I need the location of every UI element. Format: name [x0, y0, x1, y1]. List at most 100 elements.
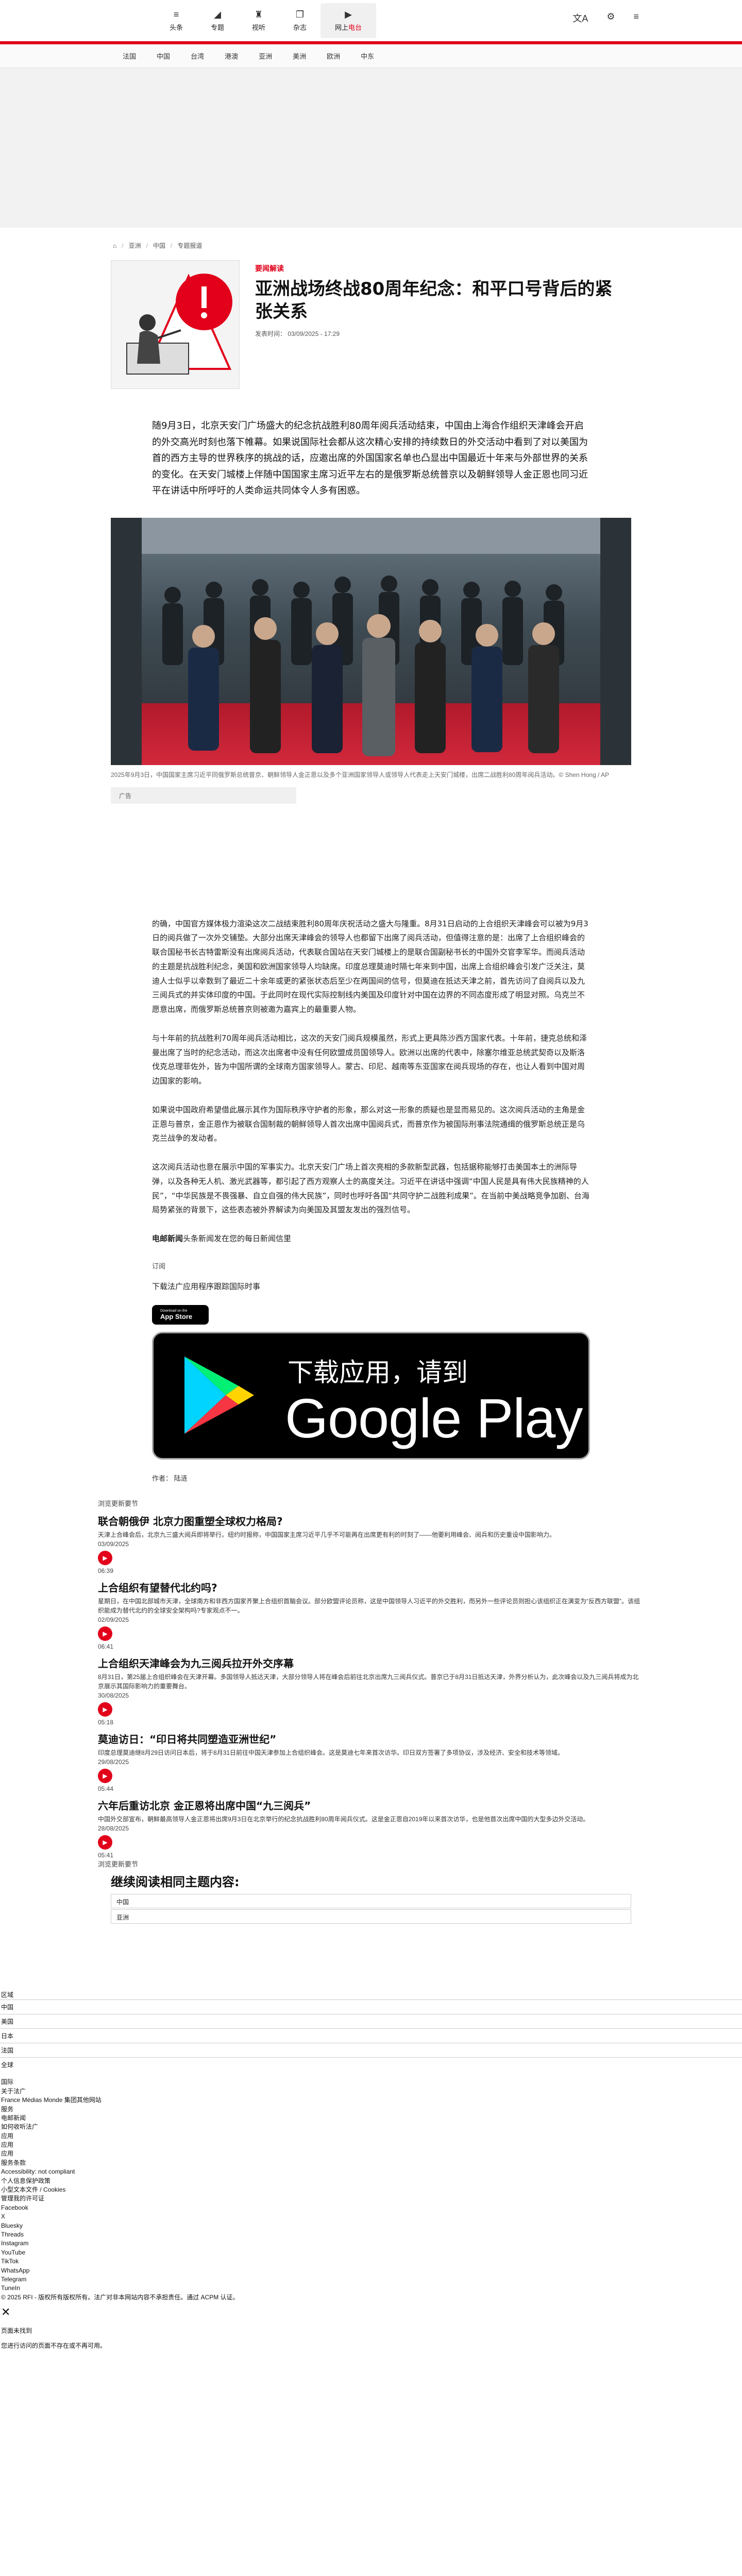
related-duration: 05:41 — [98, 1851, 114, 1859]
region-nav-item[interactable]: 中国 — [146, 51, 180, 61]
subscribe-link[interactable]: 订阅 — [152, 1261, 590, 1270]
footer-link[interactable]: X — [1, 2212, 742, 2221]
footer-link[interactable]: Telegram — [1, 2275, 742, 2284]
footer-region-item[interactable]: 日本 — [0, 2028, 742, 2043]
gear-icon[interactable]: ⚙ — [606, 11, 615, 25]
topic-tag[interactable]: 中国 — [111, 1893, 631, 1908]
footer-link[interactable]: 如何收听法广 — [1, 2123, 742, 2131]
related-title[interactable]: 上合组织天津峰会为九三阅兵拉开外交序幕 — [98, 1655, 654, 1670]
related-title[interactable]: 上合组织有望替代北约吗? — [98, 1580, 654, 1595]
related-label: 浏览更新要节 — [98, 1499, 139, 1507]
inline-ad-area — [111, 804, 631, 917]
newsletter-link[interactable]: 电邮新闻 — [152, 1234, 183, 1243]
footer-link[interactable]: Bluesky — [1, 2222, 742, 2230]
headlines-icon: ≡ — [173, 9, 179, 20]
footer-link[interactable]: 服务 — [1, 2105, 742, 2114]
play-icon[interactable]: ▶ — [98, 1768, 112, 1783]
region-nav-item[interactable]: 法国 — [112, 51, 146, 61]
footer-link[interactable]: 应用 — [1, 2132, 742, 2141]
play-icon[interactable]: ▶ — [98, 1835, 112, 1850]
nav-magazine[interactable]: ❐ 杂志 — [279, 3, 321, 38]
footer-link: Accessibility: not compliant — [1, 2168, 75, 2176]
related-section: 浏览更新要节 联合朝俄伊 北京力图重塑全球权力格局? 天津上合峰会后，北京九三盛… — [98, 1498, 654, 1869]
footer-link[interactable]: France Médias Monde 集团其他网站 — [1, 2096, 742, 2105]
footer-link[interactable]: Instagram — [1, 2239, 742, 2248]
nav-headlines[interactable]: ≡ 头条 — [156, 3, 197, 38]
related-item[interactable]: 上合组织有望替代北约吗? 星期日，在中国北部城市天津，全球南方和非西方国家齐聚上… — [98, 1580, 654, 1650]
download-cta: 下载法广应用程序跟踪国际时事 — [152, 1282, 261, 1291]
nav-special[interactable]: ◢ 专题 — [197, 3, 238, 38]
related-item[interactable]: 联合朝俄伊 北京力图重塑全球权力格局? 天津上合峰会后，北京九三盛大阅兵即将举行… — [98, 1513, 654, 1574]
region-nav-item[interactable]: 欧洲 — [316, 51, 350, 61]
related-title[interactable]: 莫迪访日：“印日将共同塑造亚洲世纪” — [98, 1731, 654, 1746]
article: ⌂ / 亚洲 / 中国 / 专题报道 要闻解读 亚洲战场终战80周年纪念：和平口… — [111, 228, 631, 1483]
dismiss-label: 页面未找到 — [1, 2327, 32, 2334]
google-play-banner[interactable]: 下载应用，请到 Google Play — [152, 1331, 590, 1460]
nav-headlines-label: 头条 — [169, 23, 183, 31]
region-nav-item[interactable]: 美洲 — [282, 51, 316, 61]
footer-link[interactable]: 管理我的许可证 — [1, 2194, 742, 2203]
related-item[interactable]: 六年后重访北京 金正恩将出席中国“九三阅兵” 中国外交部宣布，朝鲜最高领导人金正… — [98, 1798, 654, 1859]
related-item[interactable]: 上合组织天津峰会为九三阅兵拉开外交序幕 8月31日，第25届上合组织峰会在天津开… — [98, 1655, 654, 1726]
region-nav-item[interactable]: 港澳 — [214, 51, 248, 61]
region-nav-item[interactable]: 亚洲 — [248, 51, 282, 61]
related-item[interactable]: 莫迪访日：“印日将共同塑造亚洲世纪” 印度总理莫迪继8月29日访问日本后，将于8… — [98, 1731, 654, 1792]
play-icon[interactable]: ▶ — [98, 1626, 112, 1641]
region-nav: 法国 中国 台湾 港澳 亚洲 美洲 欧洲 中东 — [0, 44, 742, 68]
breadcrumb-china[interactable]: 中国 — [153, 241, 165, 250]
app-store-button[interactable]: Download on the App Store — [152, 1304, 209, 1325]
footer-region-item[interactable]: 法国 — [0, 2043, 742, 2057]
footer-link[interactable]: Facebook — [1, 2204, 742, 2212]
related-title[interactable]: 联合朝俄伊 北京力图重塑全球权力格局? — [98, 1513, 654, 1528]
footer-link[interactable]: 国际 — [1, 2078, 742, 2087]
footer-link[interactable]: 应用 — [1, 2149, 742, 2158]
breadcrumb-asia[interactable]: 亚洲 — [129, 241, 141, 250]
footer-link[interactable]: 关于法广 — [1, 2087, 742, 2096]
article-body: 的确，中国官方媒体极力渲染这次二战结束胜利80周年庆祝活动之盛大与隆重。8月31… — [152, 917, 590, 1483]
close-icon[interactable]: ✕ — [0, 2304, 742, 2320]
footer-region-item[interactable]: 美国 — [0, 2014, 742, 2028]
related-duration: 06:39 — [98, 1567, 114, 1574]
article-header-text: 要闻解读 亚洲战场终战80周年纪念：和平口号背后的紧张关系 发表时间： 03/0… — [240, 260, 626, 389]
nav-live-radio[interactable]: ▶ 网上电台 — [321, 3, 376, 38]
not-found-notice: 您进行访问的页面不存在或不再可用。 — [1, 2342, 107, 2350]
footer-link[interactable]: Threads — [1, 2230, 742, 2239]
play-icon[interactable]: ▶ — [98, 1702, 112, 1717]
google-play-icon — [184, 1356, 254, 1434]
footer-link[interactable]: TuneIn — [1, 2284, 742, 2293]
footer-region-item[interactable]: 全球 — [0, 2057, 742, 2072]
page-title: 亚洲战场终战80周年纪念：和平口号背后的紧张关系 — [255, 279, 613, 323]
related-date: 29/08/2025 — [98, 1758, 129, 1766]
play-icon[interactable]: ▶ — [98, 1550, 112, 1565]
home-icon[interactable]: ⌂ — [113, 242, 116, 249]
nav-media-label: 视听 — [251, 23, 265, 31]
footer-link[interactable]: 服务条款 — [1, 2159, 742, 2167]
region-nav-item[interactable]: 台湾 — [180, 51, 214, 61]
app-store-label: Download on the App Store — [160, 1309, 192, 1320]
footer-link[interactable]: 应用 — [1, 2141, 742, 2149]
topic-tag[interactable]: 亚洲 — [111, 1909, 631, 1924]
related-duration: 06:41 — [98, 1642, 114, 1650]
related-duration: 05:18 — [98, 1718, 114, 1726]
footer-link[interactable]: 电邮新闻 — [1, 2114, 742, 2123]
article-kicker[interactable]: 要闻解读 — [255, 263, 626, 274]
footer-link[interactable]: 个人信息保护政策 — [1, 2177, 742, 2185]
related-desc: 中国外交部宣布，朝鲜最高领导人金正恩将出席9月3日在北京举行的纪念抗战胜利80周… — [98, 1815, 589, 1823]
footer-link[interactable]: WhatsApp — [1, 2266, 742, 2275]
nav-media[interactable]: ♜ 视听 — [238, 3, 279, 38]
footer-link[interactable]: 小型文本文件 / Cookies — [1, 2185, 742, 2194]
region-nav-item[interactable]: 中东 — [350, 51, 384, 61]
related-date: 03/09/2025 — [98, 1540, 129, 1548]
menu-icon[interactable]: ≡ — [633, 11, 639, 25]
live-label-accent: 电台 — [348, 23, 362, 31]
article-author: 作者： 陆涟 — [152, 1474, 188, 1482]
translate-icon[interactable]: 文A — [572, 11, 588, 25]
footer-link[interactable]: TikTok — [1, 2257, 742, 2266]
related-title[interactable]: 六年后重访北京 金正恩将出席中国“九三阅兵” — [98, 1798, 654, 1812]
continue-reading: 继续阅读相同主题内容: 中国 亚洲 — [111, 1872, 631, 1924]
nav-special-label: 专题 — [210, 23, 224, 31]
footer-region-item[interactable]: 中国 — [0, 1999, 742, 2014]
footer-link[interactable]: YouTube — [1, 2248, 742, 2257]
breadcrumb-special[interactable]: 专题报道 — [177, 241, 202, 250]
hero-photo — [111, 517, 631, 765]
